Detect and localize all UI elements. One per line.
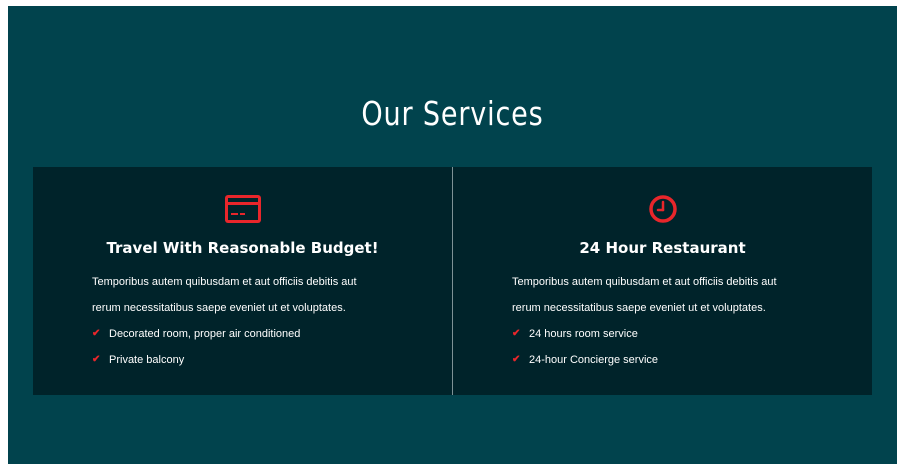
feature-label: 24 hours room service — [529, 328, 638, 340]
service-description: Temporibus autem quibusdam et aut offici… — [512, 269, 842, 321]
credit-card-icon — [224, 195, 261, 223]
service-description-line1: Temporibus autem quibusdam et aut offici… — [92, 276, 357, 288]
service-icon-wrapper — [33, 195, 452, 223]
service-description-line1: Temporibus autem quibusdam et aut offici… — [512, 276, 777, 288]
service-icon-wrapper — [453, 195, 872, 223]
feature-label: 24-hour Concierge service — [529, 354, 659, 366]
clock-icon — [648, 195, 677, 223]
check-icon: ✔ — [92, 354, 101, 365]
services-section: Our Services Travel With Reasonable Budg… — [8, 6, 897, 464]
service-title: Travel With Reasonable Budget! — [106, 239, 379, 257]
feature-label: Decorated room, proper air conditioned — [109, 328, 301, 340]
services-cards: Travel With Reasonable Budget! Temporibu… — [33, 167, 872, 395]
list-item: ✔ Decorated room, proper air conditioned — [92, 321, 300, 347]
service-description: Temporibus autem quibusdam et aut offici… — [92, 269, 422, 321]
list-item: ✔ 24 hours room service — [512, 321, 658, 347]
service-card-restaurant: 24 Hour Restaurant Temporibus autem quib… — [453, 167, 872, 395]
feature-list: ✔ Decorated room, proper air conditioned… — [92, 321, 300, 373]
feature-label: Private balcony — [109, 354, 185, 366]
list-item: ✔ 24-hour Concierge service — [512, 347, 658, 373]
feature-list: ✔ 24 hours room service ✔ 24-hour Concie… — [512, 321, 658, 373]
check-icon: ✔ — [512, 354, 521, 365]
service-card-budget: Travel With Reasonable Budget! Temporibu… — [33, 167, 452, 395]
service-description-line2: rerum necessitatibus saepe eveniet ut et… — [92, 302, 346, 314]
list-item: ✔ Private balcony — [92, 347, 300, 373]
service-title: 24 Hour Restaurant — [579, 239, 746, 257]
section-title: Our Services — [361, 94, 544, 133]
check-icon: ✔ — [92, 328, 101, 339]
check-icon: ✔ — [512, 328, 521, 339]
service-description-line2: rerum necessitatibus saepe eveniet ut et… — [512, 302, 766, 314]
